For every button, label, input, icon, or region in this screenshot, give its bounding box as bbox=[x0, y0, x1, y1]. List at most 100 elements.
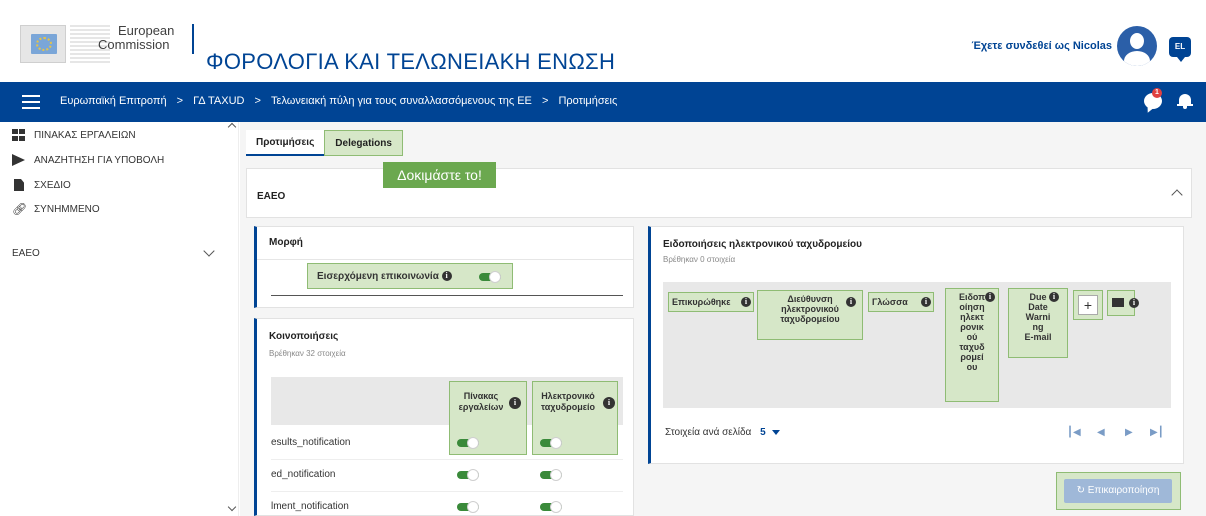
info-icon[interactable]: i bbox=[603, 397, 615, 409]
sidebar-scrollbar[interactable] bbox=[238, 122, 239, 516]
notifications-count: Βρέθηκαν 32 στοιχεία bbox=[269, 349, 346, 358]
notification-row-label: lment_notification bbox=[271, 501, 349, 512]
email-type-column-line: ου bbox=[966, 362, 978, 372]
info-icon[interactable]: i bbox=[1049, 292, 1059, 302]
notification-count-badge: 1 bbox=[1152, 88, 1162, 98]
logo-separator bbox=[192, 24, 194, 54]
due-date-column-line: Date bbox=[1028, 302, 1048, 312]
dashboard-toggle[interactable] bbox=[457, 469, 479, 481]
breadcrumb-separator: > bbox=[541, 95, 549, 107]
eaeo-section-title: EAEO bbox=[257, 191, 286, 202]
last-page-icon[interactable]: ▶┃ bbox=[1150, 427, 1164, 438]
info-icon[interactable]: i bbox=[741, 297, 751, 307]
sidebar-item-draft[interactable]: ΣΧΕΔΙΟ bbox=[12, 176, 71, 194]
sidebar-item-label: ΠΙΝΑΚΑΣ ΕΡΓΑΛΕΙΩΝ bbox=[34, 129, 136, 141]
email-column-line: Ηλεκτρονικό bbox=[541, 391, 595, 401]
email-toggle[interactable] bbox=[540, 469, 562, 481]
email-type-column-line: ρονικ bbox=[960, 322, 984, 332]
email-column-line: ταχυδρομείο bbox=[540, 402, 596, 412]
menu-icon[interactable] bbox=[22, 95, 40, 109]
due-date-column-line: E-mail bbox=[1024, 332, 1052, 342]
dashboard-column-header: Πίνακας εργαλείων bbox=[455, 391, 507, 413]
email-address-column-line: ηλεκτρονικού bbox=[781, 304, 839, 314]
notification-row-label: ed_notification bbox=[271, 469, 336, 480]
page-header: European Commission ΦΟΡΟΛΟΓΙΑ ΚΑΙ ΤΕΛΩΝΕ… bbox=[0, 0, 1206, 82]
email-type-column-line: ηλεκτ bbox=[960, 312, 984, 322]
link-icon: 🔗︎ bbox=[12, 202, 28, 216]
dashboard-icon bbox=[12, 129, 26, 141]
email-address-column-line: Διεύθυνση bbox=[787, 294, 833, 304]
logo-text: European Commission bbox=[98, 24, 174, 52]
logged-in-user: Έχετε συνδεθεί ως Nicolas bbox=[971, 40, 1112, 52]
sidebar-item-eaeo[interactable]: EAEO bbox=[12, 244, 40, 262]
sidebar-item-label: ΣΧΕΔΙΟ bbox=[34, 179, 71, 191]
incoming-communication-text: Εισερχόμενη επικοινωνία bbox=[317, 271, 439, 282]
info-icon[interactable]: i bbox=[846, 297, 856, 307]
document-icon bbox=[14, 179, 24, 191]
incoming-communication-toggle[interactable] bbox=[479, 271, 501, 283]
info-icon[interactable]: i bbox=[509, 397, 521, 409]
refresh-button-label: Επικαιροποίηση bbox=[1087, 485, 1160, 496]
email-type-column-line: ρομεί bbox=[960, 352, 984, 362]
sidebar-item-attachment[interactable]: 🔗︎ ΣΥΝΗΜΜΕΝΟ bbox=[12, 200, 100, 218]
bell-icon[interactable] bbox=[1177, 93, 1193, 109]
sidebar-item-label: ΣΥΝΗΜΜΕΝΟ bbox=[34, 203, 100, 215]
logo-line-2: Commission bbox=[98, 37, 170, 52]
sidebar-item-search-submission[interactable]: ΑΝΑΖΗΤΗΣΗ ΓΙΑ ΥΠΟΒΟΛΗ bbox=[12, 151, 164, 169]
try-it-tooltip[interactable]: Δοκιμάστε το! bbox=[383, 162, 496, 188]
breadcrumb-item[interactable]: Ευρωπαϊκή Επιτροπή bbox=[60, 95, 167, 107]
top-navbar: Ευρωπαϊκή Επιτροπή > ΓΔ TAXUD > Τελωνεια… bbox=[0, 82, 1206, 122]
info-icon[interactable]: i bbox=[1129, 298, 1139, 308]
items-per-page-label: Στοιχεία ανά σελίδα bbox=[665, 427, 752, 438]
email-column-header: Ηλεκτρονικό ταχυδρομείο bbox=[535, 391, 601, 413]
send-icon bbox=[12, 154, 26, 166]
email-address-column-line: ταχυδρομείου bbox=[780, 314, 840, 324]
eu-flag-icon bbox=[20, 25, 66, 63]
dashboard-toggle[interactable] bbox=[457, 501, 479, 513]
breadcrumb-item[interactable]: ΓΔ TAXUD bbox=[193, 95, 244, 107]
email-type-column-line: οίηση bbox=[959, 302, 985, 312]
items-per-page: Στοιχεία ανά σελίδα 5 bbox=[665, 427, 781, 438]
add-email-button[interactable]: + bbox=[1078, 295, 1098, 315]
tab-preferences[interactable]: Προτιμήσεις bbox=[246, 130, 325, 156]
breadcrumb-separator: > bbox=[254, 95, 261, 107]
breadcrumb-separator: > bbox=[176, 95, 184, 107]
due-date-warning-column-header[interactable]: Due Date Warni ng E-mail bbox=[1008, 288, 1068, 358]
dashboard-column-line: εργαλείων bbox=[458, 402, 504, 412]
email-toggle[interactable] bbox=[540, 501, 562, 513]
email-type-column-header[interactable]: Ειδοπ οίηση ηλεκτ ρονικ ού ταχυδ ρομεί ο… bbox=[945, 288, 999, 402]
breadcrumb: Ευρωπαϊκή Επιτροπή > ΓΔ TAXUD > Τελωνεια… bbox=[60, 95, 617, 107]
notifications-card-title: Κοινοποιήσεις bbox=[269, 331, 339, 342]
email-toggle[interactable] bbox=[540, 437, 562, 449]
refresh-button[interactable]: ↻ Επικαιροποίηση bbox=[1064, 479, 1172, 503]
confirmed-column-text: Επικυρώθηκε bbox=[672, 297, 731, 307]
first-page-icon[interactable]: ┃◀ bbox=[1067, 427, 1081, 438]
info-icon[interactable]: i bbox=[985, 292, 995, 302]
language-selector[interactable]: EL bbox=[1169, 37, 1191, 62]
user-avatar-icon[interactable] bbox=[1117, 26, 1157, 66]
breadcrumb-item[interactable]: Τελωνειακή πύλη για τους συναλλασσόμενου… bbox=[271, 95, 532, 107]
due-date-column-line: Warni bbox=[1025, 312, 1051, 322]
language-column-text: Γλώσσα bbox=[872, 297, 908, 307]
sidebar-item-label: ΑΝΑΖΗΤΗΣΗ ΓΙΑ ΥΠΟΒΟΛΗ bbox=[34, 154, 165, 166]
caret-down-icon[interactable] bbox=[772, 429, 781, 435]
dashboard-toggle[interactable] bbox=[457, 437, 479, 449]
notifications-card: Κοινοποιήσεις Βρέθηκαν 32 στοιχεία Πίνακ… bbox=[254, 318, 634, 516]
sidebar-item-dashboard[interactable]: ΠΙΝΑΚΑΣ ΕΡΓΑΛΕΙΩΝ bbox=[12, 126, 136, 144]
chevron-up-icon[interactable] bbox=[1171, 189, 1183, 201]
previous-page-icon[interactable]: ◀ bbox=[1097, 427, 1105, 438]
incoming-communication-label: Εισερχόμενη επικοινωνία i bbox=[317, 271, 452, 282]
due-date-column-line: ng bbox=[1032, 322, 1044, 332]
info-icon[interactable]: i bbox=[441, 271, 452, 282]
format-card: Μορφή Εισερχόμενη επικοινωνία i bbox=[254, 226, 634, 308]
next-page-icon[interactable]: ▶ bbox=[1125, 427, 1133, 438]
breadcrumb-item[interactable]: Προτιμήσεις bbox=[558, 95, 617, 107]
email-card-title: Ειδοποιήσεις ηλεκτρονικού ταχυδρομείου bbox=[663, 239, 862, 250]
refresh-icon: ↻ bbox=[1076, 485, 1085, 496]
email-type-column-line: ταχυδ bbox=[959, 342, 985, 352]
info-icon[interactable]: i bbox=[921, 297, 931, 307]
tab-delegations[interactable]: Delegations bbox=[324, 130, 403, 156]
items-per-page-select[interactable]: 5 bbox=[760, 427, 766, 438]
sidebar-item-label: EAEO bbox=[12, 247, 40, 259]
dashboard-column-line: Πίνακας bbox=[463, 391, 499, 401]
